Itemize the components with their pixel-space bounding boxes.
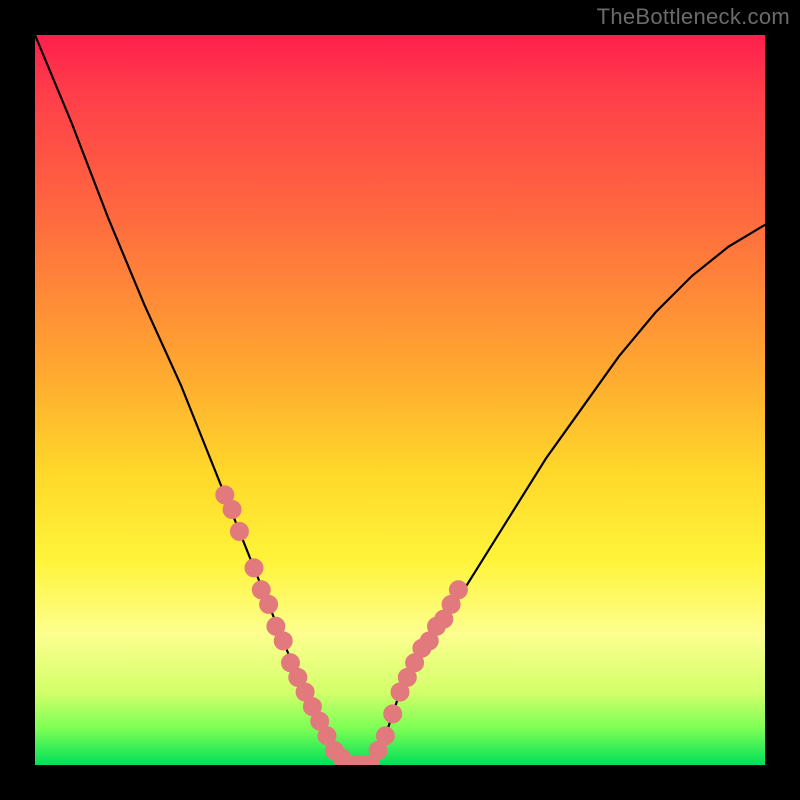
curve-marker (223, 501, 241, 519)
watermark-text: TheBottleneck.com (597, 4, 790, 30)
curve-marker (376, 727, 394, 745)
curve-marker (274, 632, 292, 650)
plot-area (35, 35, 765, 765)
curve-marker (384, 705, 402, 723)
curve-marker (449, 581, 467, 599)
bottleneck-curve-line (35, 35, 765, 765)
curve-marker (230, 522, 248, 540)
chart-frame: TheBottleneck.com (0, 0, 800, 800)
curve-marker (260, 595, 278, 613)
marker-group (216, 486, 468, 765)
bottleneck-curve-svg (35, 35, 765, 765)
curve-marker (245, 559, 263, 577)
